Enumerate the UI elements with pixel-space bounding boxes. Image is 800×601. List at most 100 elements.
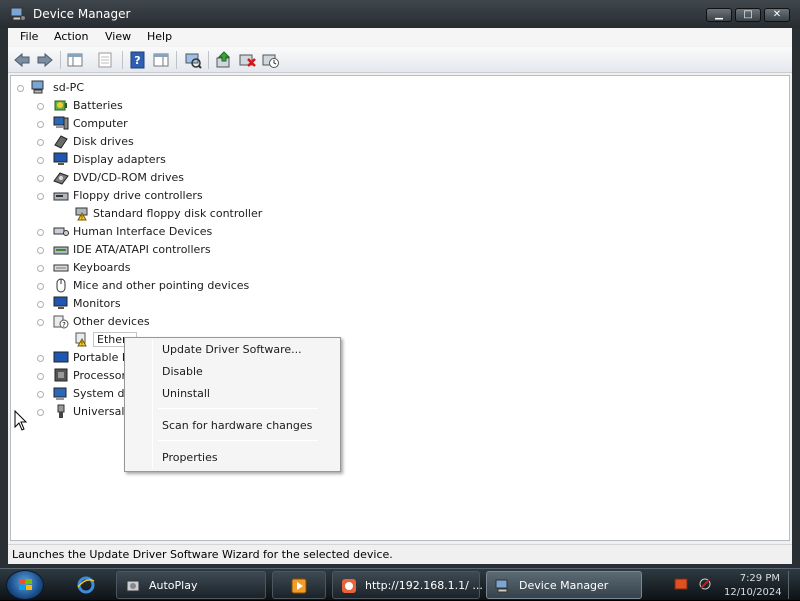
expand-icon[interactable] [37,301,44,308]
svg-text:?: ? [134,54,140,67]
properties-icon[interactable] [96,51,114,69]
battery-icon [54,100,67,111]
tree-item-mice[interactable]: Mice and other pointing devices [37,277,257,295]
expand-icon[interactable] [37,139,44,146]
uninstall-icon[interactable] [238,51,256,69]
tree-item-hid[interactable]: Human Interface Devices [37,223,237,241]
tree-item-label: Batteries [73,99,123,112]
expand-icon[interactable] [37,391,44,398]
toolbar-separator [208,51,209,69]
tree-item-monitors[interactable]: Monitors [37,295,237,313]
tree-item-disk-drives[interactable]: Disk drives [37,133,237,151]
other-devices-icon: ? [53,315,69,329]
tree-item-label: IDE ATA/ATAPI controllers [73,243,211,256]
windows-logo-icon [19,579,32,590]
tree-item-display-adapters[interactable]: Display adapters [37,151,237,169]
ethernet-warning-icon: ! [75,332,87,347]
update-driver-icon[interactable] [215,51,233,69]
context-menu: Update Driver Software... Disable Uninst… [124,337,341,472]
show-desktop-button[interactable] [788,571,798,599]
processor-icon [54,368,68,382]
expand-icon[interactable] [37,247,44,254]
close-button[interactable]: ✕ [764,8,790,22]
show-hide-console-tree-icon[interactable] [66,51,84,69]
help-icon[interactable]: ? [129,51,147,69]
clock-date[interactable]: 12/10/2024 [724,587,782,598]
tree-item-standard-floppy[interactable]: ! Standard floppy disk controller [57,205,277,223]
task-label: AutoPlay [149,579,198,592]
expand-icon[interactable] [37,355,44,362]
expand-icon[interactable] [37,121,44,128]
tree-item-ide-controllers[interactable]: IDE ATA/ATAPI controllers [37,241,237,259]
task-media-player[interactable] [272,571,326,599]
status-bar: Launches the Update Driver Software Wiza… [8,544,792,564]
status-text: Launches the Update Driver Software Wiza… [12,548,393,561]
tree-item-label: Disk drives [73,135,134,148]
keyboard-icon [53,264,69,272]
tree-item-keyboards[interactable]: Keyboards [37,259,237,277]
computer-pc-icon [31,80,44,94]
tree-item-label: Floppy drive controllers [73,189,203,202]
tree-item-label: System de [73,387,132,400]
menu-bar: File Action View Help [8,28,792,46]
disable-icon[interactable] [261,51,279,69]
collapse-icon[interactable] [17,85,24,92]
tree-item-other-devices[interactable]: ? Other devices [37,313,237,331]
tree-item-label: Keyboards [73,261,131,274]
tree-item-dvd-drives[interactable]: DVD/CD-ROM drives [37,169,237,187]
back-icon[interactable] [13,51,31,69]
close-icon: ✕ [772,9,782,20]
computer-icon [53,116,69,130]
toolbar-separator [122,51,123,69]
svg-text:!: ! [81,215,83,222]
expand-icon[interactable] [37,175,44,182]
collapse-icon[interactable] [37,193,44,200]
menu-properties[interactable]: Properties [162,451,218,464]
action-pane-icon[interactable] [152,51,170,69]
expand-icon[interactable] [37,157,44,164]
context-menu-separator [158,408,318,409]
menu-scan-hardware[interactable]: Scan for hardware changes [162,419,312,432]
autoplay-icon [126,580,140,592]
menu-update-driver[interactable]: Update Driver Software... [162,343,302,356]
tree-item-label: Display adapters [73,153,166,166]
expand-icon[interactable] [37,103,44,110]
floppy-warning-icon: ! [75,207,88,222]
collapse-icon[interactable] [37,319,44,326]
expand-icon[interactable] [37,409,44,416]
maximize-icon: □ [743,9,753,20]
menu-help[interactable]: Help [147,30,172,43]
portable-device-icon [53,351,69,363]
mouse-icon [56,278,66,293]
menu-action[interactable]: Action [54,30,88,43]
task-autoplay[interactable]: AutoPlay [116,571,266,599]
task-browser[interactable]: http://192.168.1.1/ ... [332,571,483,599]
expand-icon[interactable] [37,283,44,290]
action-center-icon[interactable] [674,577,688,591]
start-button[interactable] [6,570,44,600]
menu-file[interactable]: File [20,30,38,43]
dvd-drive-icon [53,172,69,185]
expand-icon[interactable] [37,373,44,380]
clock-time[interactable]: 7:29 PM [730,573,780,584]
maximize-button[interactable]: □ [735,8,761,22]
tree-item-floppy-controllers[interactable]: Floppy drive controllers [37,187,237,205]
tree-root[interactable]: sd-PC [17,79,137,97]
task-device-manager[interactable]: Device Manager [486,571,642,599]
internet-explorer-icon[interactable] [76,575,96,595]
forward-icon[interactable] [36,51,54,69]
network-icon[interactable] [698,577,712,591]
system-device-icon [53,387,67,400]
minimize-button[interactable]: ▁ [706,8,732,22]
menu-disable[interactable]: Disable [162,365,203,378]
scan-hardware-icon[interactable] [184,51,202,69]
task-label: http://192.168.1.1/ ... [365,579,483,592]
expand-icon[interactable] [37,265,44,272]
tree-item-batteries[interactable]: Batteries [37,97,237,115]
tree-item-computer[interactable]: Computer [37,115,237,133]
menu-view[interactable]: View [105,30,131,43]
context-menu-separator [158,440,318,441]
expand-icon[interactable] [37,229,44,236]
title-bar[interactable]: Device Manager ▁ □ ✕ [0,0,800,28]
menu-uninstall[interactable]: Uninstall [162,387,210,400]
